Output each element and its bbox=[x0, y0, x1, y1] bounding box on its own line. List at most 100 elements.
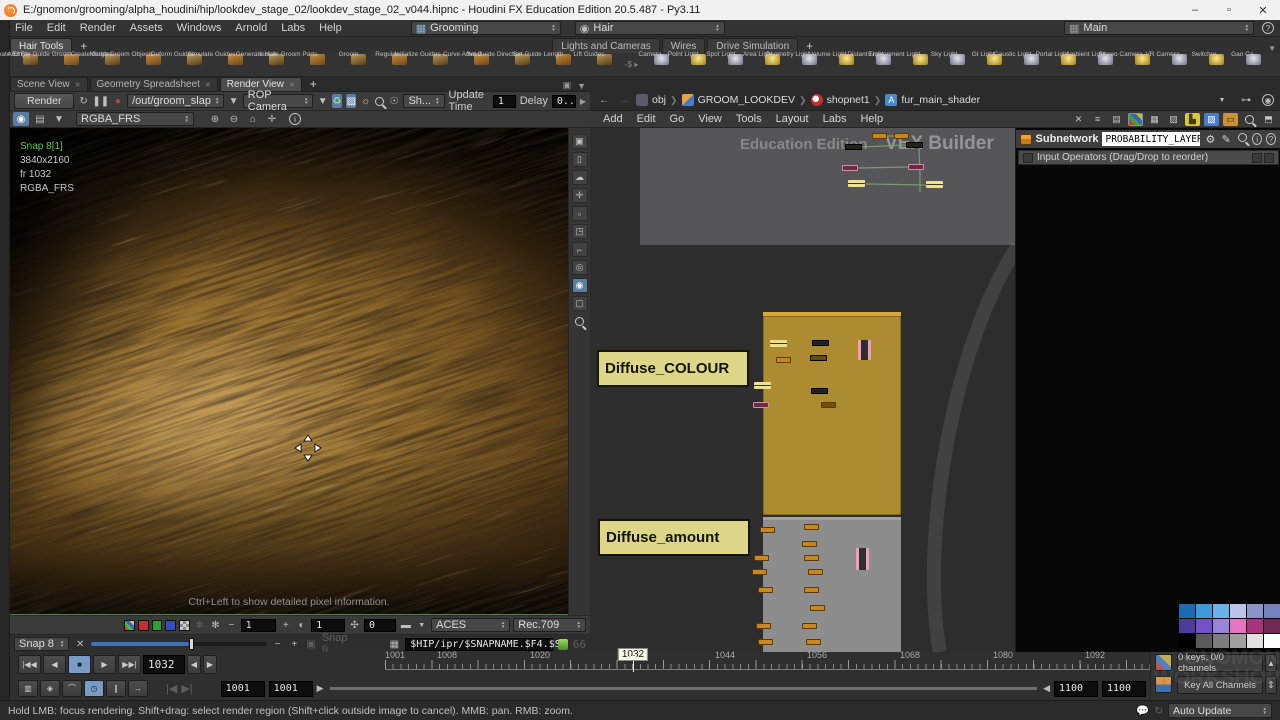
brush-icon[interactable]: ✎ bbox=[1220, 133, 1232, 146]
node[interactable] bbox=[810, 605, 825, 611]
info-icon[interactable]: i bbox=[289, 113, 301, 125]
node[interactable] bbox=[808, 569, 823, 575]
delete-snapshot-icon[interactable]: ✕ bbox=[74, 637, 86, 651]
tools-icon[interactable]: ✕ bbox=[1071, 113, 1086, 126]
help-icon[interactable]: ? bbox=[1266, 133, 1276, 145]
menu-item[interactable]: Assets bbox=[123, 22, 170, 34]
key-all-spinner-icon[interactable]: ⇕ bbox=[1265, 676, 1277, 694]
node[interactable] bbox=[776, 357, 791, 363]
menu-item[interactable]: File bbox=[8, 22, 40, 34]
menu-item[interactable]: Render bbox=[73, 22, 123, 34]
device-icon[interactable]: ▯ bbox=[572, 152, 588, 167]
network-menu-item[interactable]: Help bbox=[853, 113, 890, 125]
palette-swatch[interactable] bbox=[1179, 619, 1195, 633]
network-menu-item[interactable]: Go bbox=[663, 113, 692, 125]
node[interactable] bbox=[752, 569, 767, 575]
node[interactable] bbox=[848, 180, 865, 187]
image-mode-icon[interactable]: ◉ bbox=[13, 112, 29, 126]
pane-dropdown-icon[interactable]: ▼ bbox=[577, 81, 586, 91]
camera-snapshot-icon[interactable]: ▣ bbox=[305, 637, 317, 651]
sticky-note-icon[interactable]: ▙ bbox=[1185, 113, 1200, 126]
node[interactable] bbox=[754, 382, 771, 389]
palette-swatch[interactable] bbox=[1213, 619, 1229, 633]
node[interactable] bbox=[758, 587, 773, 593]
keyframe-icon[interactable] bbox=[1155, 654, 1172, 671]
tab-scene-view[interactable]: Scene View✕ bbox=[10, 77, 88, 91]
menu-item[interactable]: Arnold bbox=[228, 22, 274, 34]
render-viewport[interactable]: Snap 8[1] 3840x2160 fr 1032 RGBA_FRS Ctr… bbox=[10, 128, 568, 615]
camera-lock-icon[interactable]: ▼ bbox=[317, 94, 327, 108]
go-start-button[interactable]: |◀◀ bbox=[18, 655, 41, 674]
zoom-in-icon[interactable]: ⊕ bbox=[207, 112, 223, 126]
pause-render-icon[interactable]: ❚❚ bbox=[93, 94, 109, 108]
find-icon[interactable] bbox=[1242, 113, 1257, 126]
delay-field[interactable]: 0.. bbox=[552, 95, 576, 108]
play-back-button[interactable]: ◀ bbox=[43, 655, 66, 674]
adjust-dropdown-icon[interactable]: ▼ bbox=[415, 618, 428, 632]
network-menu-item[interactable]: View bbox=[691, 113, 729, 125]
key-icon[interactable] bbox=[1155, 676, 1172, 693]
preview-icon[interactable]: ▨ bbox=[346, 94, 356, 108]
gear-icon[interactable]: ⚙ bbox=[1204, 133, 1216, 146]
breadcrumb-groom-lookdev[interactable]: GROOM_LOOKDEV bbox=[682, 94, 795, 106]
gamma-plus-icon[interactable]: + bbox=[279, 618, 292, 632]
info-icon[interactable]: i bbox=[1252, 133, 1262, 145]
node-name-field[interactable]: PROBABILITY_LAYER_DARKE bbox=[1102, 132, 1200, 146]
node[interactable] bbox=[810, 355, 827, 361]
node[interactable] bbox=[802, 623, 817, 629]
offset-field[interactable]: 0 bbox=[364, 619, 396, 632]
main-desktop-selector[interactable]: ▦ Main ▲▼ bbox=[1064, 21, 1254, 35]
home-view-icon[interactable]: ⌂ bbox=[245, 112, 261, 126]
range-end2-field[interactable]: 1100 bbox=[1102, 681, 1146, 697]
blend-plus-icon[interactable]: + bbox=[288, 637, 300, 651]
focus-region-icon[interactable]: ◉ bbox=[572, 278, 588, 293]
timeline-ruler[interactable]: 1001 1008 1020 1044 1056 1068 1080 1092 … bbox=[385, 652, 1150, 677]
desktop-selector[interactable]: ▦ Grooming ▲▼ bbox=[411, 21, 561, 35]
render-lights-icon[interactable]: ☼ bbox=[360, 94, 370, 108]
tick-settings-icon[interactable]: ∥ bbox=[106, 680, 126, 697]
add-pane-tab-button[interactable]: + bbox=[304, 77, 323, 91]
refresh-icon[interactable]: ↻ bbox=[1154, 705, 1163, 717]
grid-mode-icon[interactable]: ▤ bbox=[32, 112, 48, 126]
toolbar-overflow-icon[interactable]: ▶ bbox=[580, 97, 586, 106]
close-tab-icon[interactable]: ✕ bbox=[205, 81, 211, 89]
node[interactable] bbox=[908, 164, 924, 170]
pin-icon[interactable]: ⊶ bbox=[1238, 93, 1254, 107]
follow-icon[interactable]: → bbox=[128, 680, 148, 697]
palette-swatch[interactable] bbox=[1179, 604, 1195, 618]
tab-geometry-spreadsheet[interactable]: Geometry Spreadsheet✕ bbox=[90, 77, 218, 91]
palette-swatch[interactable] bbox=[1179, 634, 1195, 648]
network-menu-item[interactable]: Add bbox=[596, 113, 630, 125]
contrast-field[interactable]: 1 bbox=[311, 619, 345, 632]
path-dropdown-icon[interactable]: ▼ bbox=[1214, 93, 1230, 107]
brightness-icon[interactable]: ✻ bbox=[209, 618, 222, 632]
stop-render-icon[interactable]: ● bbox=[113, 94, 123, 108]
node[interactable] bbox=[926, 181, 943, 188]
network-menu-item[interactable]: Edit bbox=[630, 113, 663, 125]
help-icon[interactable]: ? bbox=[1262, 22, 1274, 34]
sticky-diffuse-colour[interactable]: Diffuse_COLOUR bbox=[597, 350, 749, 387]
netbox-diffuse-amount[interactable] bbox=[763, 517, 901, 652]
environment-icon[interactable]: ☉ bbox=[389, 94, 399, 108]
range-end-handle[interactable]: ◀ bbox=[1043, 683, 1050, 694]
range-start2-field[interactable]: 1001 bbox=[269, 681, 313, 697]
color-palette-icon[interactable] bbox=[1128, 113, 1143, 126]
close-button[interactable]: ✕ bbox=[1246, 0, 1280, 20]
center-icon[interactable]: ◎ bbox=[572, 260, 588, 275]
palette-swatch[interactable] bbox=[1213, 634, 1229, 648]
node[interactable] bbox=[812, 340, 829, 346]
step-back-button[interactable]: ◀ bbox=[187, 655, 201, 674]
output-node[interactable] bbox=[858, 340, 871, 360]
breadcrumb-shopnet1[interactable]: shopnet1 bbox=[811, 94, 870, 106]
network-menu-item[interactable]: Layout bbox=[769, 113, 816, 125]
pane-link-selector[interactable]: ◉ Hair ▲▼ bbox=[575, 21, 725, 35]
menu-item[interactable]: Help bbox=[312, 22, 349, 34]
palette-swatch[interactable] bbox=[1264, 604, 1280, 618]
shelf-tool[interactable]: Isolate Groom Parts bbox=[297, 53, 338, 76]
snapshot-selector[interactable]: Snap 8 ▲▼ bbox=[14, 637, 69, 651]
snapshot-icon[interactable]: ▣ bbox=[572, 134, 588, 149]
pan-tool-icon[interactable]: ✛ bbox=[572, 188, 588, 203]
fit-view-icon[interactable]: ✛ bbox=[264, 112, 280, 126]
rgb-channels-icon[interactable] bbox=[124, 620, 135, 631]
forward-icon[interactable]: → bbox=[616, 93, 632, 107]
